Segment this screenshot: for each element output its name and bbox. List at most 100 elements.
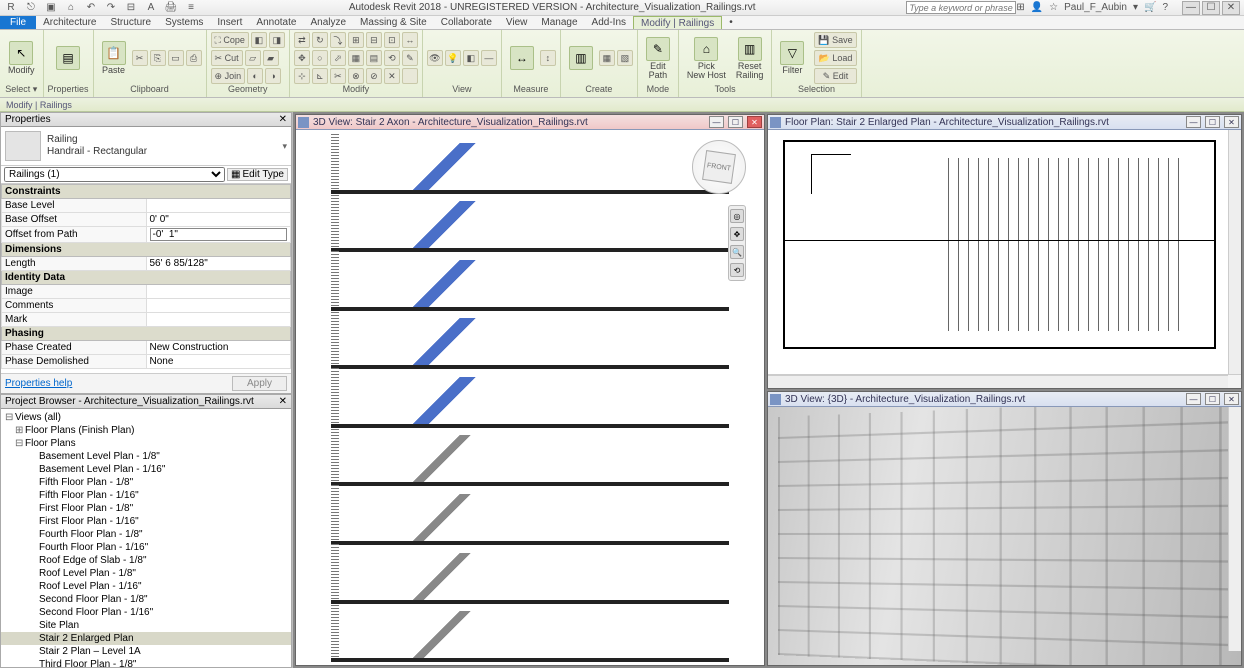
qat-button-7[interactable]: A bbox=[144, 1, 158, 15]
view-minimize-button[interactable]: — bbox=[1186, 116, 1201, 128]
tree-node[interactable]: Site Plan bbox=[1, 619, 291, 632]
property-value-input[interactable] bbox=[150, 228, 288, 241]
view-minimize-button[interactable]: — bbox=[709, 116, 724, 128]
▱-button[interactable]: ▱ bbox=[245, 50, 261, 66]
property-value[interactable]: New Construction bbox=[146, 341, 291, 355]
tab-architecture[interactable]: Architecture bbox=[36, 16, 103, 29]
qat-button-0[interactable]: R bbox=[4, 1, 18, 15]
search-input[interactable] bbox=[906, 1, 1016, 14]
button-button[interactable]: ▥ bbox=[565, 44, 597, 72]
qat-button-8[interactable]: 🖨 bbox=[164, 1, 178, 15]
tab-systems[interactable]: Systems bbox=[158, 16, 210, 29]
⊗-button[interactable]: ⊗ bbox=[348, 68, 364, 84]
property-value[interactable] bbox=[146, 313, 291, 327]
tab-manage[interactable]: Manage bbox=[534, 16, 584, 29]
view-maximize-button[interactable]: ☐ bbox=[1205, 116, 1220, 128]
plan-canvas[interactable] bbox=[768, 130, 1241, 374]
tab-add-ins[interactable]: Add-Ins bbox=[585, 16, 633, 29]
property-value[interactable]: None bbox=[146, 355, 291, 369]
Join-button[interactable]: ⊕ Join bbox=[211, 68, 246, 84]
qat-button-3[interactable]: ⌂ bbox=[64, 1, 78, 15]
tab-annotate[interactable]: Annotate bbox=[249, 16, 303, 29]
⤵-button[interactable]: ⤵ bbox=[330, 32, 346, 48]
edit-path-button[interactable]: ✎EditPath bbox=[642, 35, 674, 82]
pick-new-host-button[interactable]: ⌂PickNew Host bbox=[683, 35, 730, 82]
⊟-button[interactable]: ⊟ bbox=[366, 32, 382, 48]
✕-button[interactable]: ✕ bbox=[384, 68, 400, 84]
⊞-button[interactable]: ⊞ bbox=[348, 32, 364, 48]
tool-button[interactable] bbox=[402, 68, 418, 84]
tree-node[interactable]: ⊟Floor Plans bbox=[1, 437, 291, 450]
view-maximize-button[interactable]: ☐ bbox=[1205, 393, 1220, 405]
tree-node[interactable]: Basement Level Plan - 1/16" bbox=[1, 463, 291, 476]
↻-button[interactable]: ↻ bbox=[312, 32, 328, 48]
scrollbar-vertical[interactable] bbox=[1228, 130, 1241, 374]
qat-button-2[interactable]: ▣ bbox=[44, 1, 58, 15]
Cope-button[interactable]: ⛶ Cope bbox=[211, 32, 249, 48]
properties-header[interactable]: Properties ✕ bbox=[1, 113, 291, 127]
property-group-dimensions[interactable]: Dimensions bbox=[2, 243, 291, 257]
tree-node[interactable]: Second Floor Plan - 1/16" bbox=[1, 606, 291, 619]
⟲-button[interactable]: ⟲ bbox=[384, 50, 400, 66]
⊾-button[interactable]: ⊾ bbox=[312, 68, 328, 84]
tool-button[interactable]: ↕ bbox=[540, 50, 556, 66]
qat-button-9[interactable]: ≡ bbox=[184, 1, 198, 15]
reset-railing-button[interactable]: ▥ResetRailing bbox=[732, 35, 768, 82]
type-selector[interactable]: Railing Handrail - Rectangular ▾ bbox=[1, 127, 291, 166]
▰-button[interactable]: ▰ bbox=[263, 50, 279, 66]
property-value[interactable] bbox=[146, 299, 291, 313]
project-browser-header[interactable]: Project Browser - Architecture_Visualiza… bbox=[1, 395, 291, 409]
star-icon[interactable]: ☆ bbox=[1049, 2, 1058, 13]
maximize-button[interactable]: ☐ bbox=[1202, 1, 1220, 15]
pan-icon[interactable]: ✥ bbox=[730, 227, 744, 241]
tab-collaborate[interactable]: Collaborate bbox=[434, 16, 499, 29]
⬀-button[interactable]: ⬀ bbox=[330, 50, 346, 66]
view-minimize-button[interactable]: — bbox=[1186, 393, 1201, 405]
chevron-down-icon[interactable]: ▾ bbox=[282, 141, 287, 152]
tool-button[interactable]: ▧ bbox=[617, 50, 633, 66]
exchange-icon[interactable]: ▾ bbox=[1133, 2, 1138, 13]
▦-button[interactable]: ▦ bbox=[348, 50, 364, 66]
tree-node[interactable]: Basement Level Plan - 1/8" bbox=[1, 450, 291, 463]
qat-button-5[interactable]: ↷ bbox=[104, 1, 118, 15]
properties-help-link[interactable]: Properties help bbox=[5, 378, 72, 389]
↔-button[interactable]: ↔ bbox=[402, 32, 418, 48]
tool-button[interactable]: ▦ bbox=[599, 50, 615, 66]
qat-button-1[interactable]: ⎋ bbox=[24, 1, 38, 15]
property-value[interactable] bbox=[146, 285, 291, 299]
axon-canvas[interactable]: FRONT ◎ ✥ 🔍 ⟲ bbox=[296, 130, 764, 665]
tree-node[interactable]: Roof Level Plan - 1/8" bbox=[1, 567, 291, 580]
filter-button[interactable]: ▽Filter bbox=[776, 39, 808, 77]
signin-icon[interactable]: 👤 bbox=[1031, 2, 1043, 13]
tab-analyze[interactable]: Analyze bbox=[303, 16, 353, 29]
◑-button[interactable]: ◑ bbox=[265, 68, 281, 84]
close-icon[interactable]: ✕ bbox=[279, 396, 287, 407]
tab-massing-site[interactable]: Massing & Site bbox=[353, 16, 434, 29]
instance-selector[interactable]: Railings (1) bbox=[4, 167, 225, 182]
edit-type-button[interactable]: ▦Edit Type bbox=[227, 168, 288, 181]
modify-button[interactable]: ↖Modify bbox=[4, 39, 39, 77]
view-close-button[interactable]: ✕ bbox=[1224, 116, 1239, 128]
tree-node[interactable]: Roof Edge of Slab - 1/8" bbox=[1, 554, 291, 567]
tree-node[interactable]: Second Floor Plan - 1/8" bbox=[1, 593, 291, 606]
tree-node[interactable]: ⊟Views (all) bbox=[1, 411, 291, 424]
3d-canvas[interactable] bbox=[768, 407, 1241, 665]
⊘-button[interactable]: ⊘ bbox=[366, 68, 382, 84]
✥-button[interactable]: ✥ bbox=[294, 50, 310, 66]
save-button[interactable]: 💾 Save bbox=[814, 32, 856, 48]
help-icon[interactable]: ? bbox=[1162, 2, 1168, 13]
tree-node[interactable]: Stair 2 Plan – Level 1A bbox=[1, 645, 291, 658]
◐-button[interactable]: ◐ bbox=[247, 68, 263, 84]
user-name[interactable]: Paul_F_Aubin bbox=[1064, 2, 1127, 13]
property-value[interactable]: 56' 6 85/128" bbox=[146, 257, 291, 271]
qat-button-4[interactable]: ↶ bbox=[84, 1, 98, 15]
view-maximize-button[interactable]: ☐ bbox=[728, 116, 743, 128]
Cut-button[interactable]: ✂ Cut bbox=[211, 50, 243, 66]
⇄-button[interactable]: ⇄ bbox=[294, 32, 310, 48]
scrollbar-vertical[interactable] bbox=[1228, 407, 1241, 651]
tree-node[interactable]: Fourth Floor Plan - 1/8" bbox=[1, 528, 291, 541]
file-tab[interactable]: File bbox=[0, 16, 36, 29]
subscribe-icon[interactable]: ⊞ bbox=[1016, 2, 1024, 13]
tree-node[interactable]: Roof Level Plan - 1/16" bbox=[1, 580, 291, 593]
tree-node[interactable]: ⊞Floor Plans (Finish Plan) bbox=[1, 424, 291, 437]
